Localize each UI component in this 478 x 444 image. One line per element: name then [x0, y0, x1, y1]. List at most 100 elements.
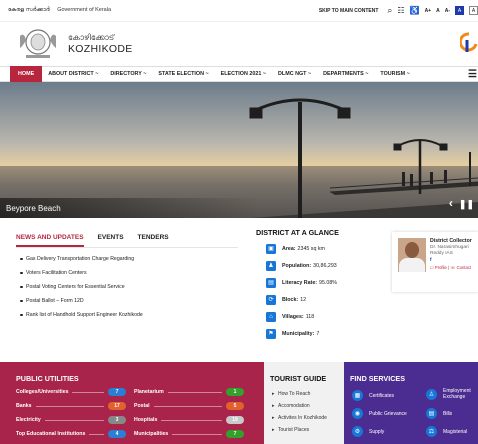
normal-contrast-button[interactable]: A [469, 6, 478, 15]
glance-label: Literacy Rate: [282, 279, 318, 286]
news-item[interactable]: Postal Ballot – Form 12D [20, 298, 250, 304]
utility-municipalities[interactable]: Municipalities 7 [134, 430, 244, 438]
service-label: Certificates [369, 392, 395, 399]
nav-state-election[interactable]: STATE ELECTION ~ [152, 71, 214, 77]
employment-icon: ♙ [426, 388, 437, 400]
glance-value: 7 [316, 330, 320, 337]
government-label: കേരള സർക്കാർ Government of Kerala [8, 7, 117, 14]
nav-dlmc-ngt[interactable]: DLMC NGT ~ [272, 71, 317, 77]
glance-row-area: ▣ Area: 2345 sq km [266, 243, 390, 254]
sitemap-icon[interactable]: ☷ [397, 6, 404, 15]
collector-links[interactable]: ☐ Profile | ☏ Contact [430, 265, 472, 270]
kerala-emblem-logo[interactable] [16, 26, 60, 62]
utility-planetarium[interactable]: Planetarium 1 [134, 388, 244, 396]
utility-label: Colleges/Universities [16, 389, 69, 395]
tab-tenders[interactable]: TENDERS [138, 234, 169, 247]
find-services-panel: FIND SERVICES ▦ Certificates ♙ Employmen… [344, 362, 478, 444]
utility-links: SKIP TO MAIN CONTENT ⌕ ☷ ♿ A+ A A- A A [319, 5, 478, 16]
nav-home[interactable]: HOME [10, 66, 43, 82]
service-supply[interactable]: ⚙ Supply [352, 426, 384, 437]
tab-events[interactable]: EVENTS [98, 234, 124, 247]
grievance-icon: ◉ [352, 408, 363, 419]
utility-label: Hospitals [134, 417, 158, 423]
service-certificates[interactable]: ▦ Certificates [352, 390, 394, 401]
previous-slide-icon[interactable]: ‹ [449, 196, 453, 212]
nav-tourism[interactable]: TOURISM ~ [374, 71, 415, 77]
hamburger-menu-icon[interactable]: ☰ [468, 69, 478, 80]
service-bills[interactable]: ▤ Bills [426, 408, 452, 419]
glance-label: Area: [282, 245, 296, 252]
font-decrease-button[interactable]: A- [445, 8, 450, 14]
nav-about-district[interactable]: ABOUT DISTRICT ~ [42, 71, 104, 77]
glance-row-literacy: ▤ Literacy Rate: 95.08% [266, 277, 390, 288]
utility-count: 19 [226, 416, 244, 424]
utility-electricity[interactable]: Electricity 3 [16, 416, 126, 424]
certificate-icon: ▦ [352, 390, 363, 401]
service-employment-exchange[interactable]: ♙ Employment Exchange [426, 388, 478, 400]
service-public-grievance[interactable]: ◉ Public Grievance [352, 408, 407, 419]
service-magisterial[interactable]: ⚖ Magisterial [426, 426, 467, 437]
utility-postal[interactable]: Postal 5 [134, 402, 244, 410]
news-item[interactable]: Voters Facilitation Centers [20, 270, 250, 276]
news-tabs: NEWS AND UPDATES EVENTS TENDERS [16, 234, 250, 247]
glance-row-population: ♟ Population: 30,86,293 [266, 260, 390, 271]
area-icon: ▣ [266, 243, 276, 254]
tourist-guide-link[interactable]: How To Reach [272, 391, 344, 397]
news-item[interactable]: Rank list of Handhold Support Engineer K… [20, 312, 250, 318]
utility-label: Planetarium [134, 389, 164, 395]
glance-row-municipality: ⚑ Municipality: 7 [266, 328, 390, 339]
utility-banks[interactable]: Banks 17 [16, 402, 126, 410]
bills-icon: ▤ [426, 408, 437, 419]
facebook-icon[interactable]: f [430, 258, 472, 263]
hero-slider: Beypore Beach ‹ ❚❚ [0, 82, 478, 218]
glance-value: 12 [300, 296, 307, 303]
utility-colleges[interactable]: Colleges/Universities 7 [16, 388, 126, 396]
villages-icon: ⌂ [266, 311, 276, 322]
utility-count: 3 [108, 416, 126, 424]
service-label: Magisterial [443, 428, 468, 435]
district-collector-card: District Collector Dr. Narasimhugari Red… [392, 232, 478, 292]
tab-news-and-updates[interactable]: NEWS AND UPDATES [16, 234, 84, 247]
news-item[interactable]: Postal Voting Centers for Essential Serv… [20, 284, 250, 290]
news-item[interactable]: Gas Delivery Transportation Charge Regar… [20, 256, 250, 262]
municipality-icon: ⚑ [266, 328, 276, 339]
nav-directory[interactable]: DIRECTORY ~ [104, 71, 152, 77]
utility-top-educational[interactable]: Top Educational Institutions 4 [16, 430, 126, 438]
tourist-guide-link[interactable]: Activites In Kozhikode [272, 415, 344, 421]
digital-india-logo[interactable] [460, 32, 478, 54]
slide-caption: Beypore Beach [0, 198, 260, 218]
utility-label: Banks [16, 403, 32, 409]
font-increase-button[interactable]: A+ [425, 8, 432, 14]
nav-departments[interactable]: DEPARTMENTS ~ [317, 71, 374, 77]
tourist-guide-link[interactable]: Accomodation [272, 403, 344, 409]
district-at-a-glance: DISTRICT AT A GLANCE ▣ Area: 2345 sq km … [252, 218, 390, 360]
site-name[interactable]: കോഴിക്കോട് KOZHIKODE [68, 33, 133, 55]
glance-value: 118 [305, 313, 315, 320]
nav-election-2021[interactable]: ELECTION 2021 ~ [215, 71, 272, 77]
utility-label: Top Educational Institutions [16, 431, 86, 437]
site-header: കോഴിക്കോട് KOZHIKODE [0, 22, 478, 66]
utility-hospitals[interactable]: Hospitals 19 [134, 416, 244, 424]
utility-label: Electricity [16, 417, 41, 423]
pause-icon[interactable]: ❚❚ [459, 196, 474, 212]
collector-info: District Collector Dr. Narasimhugari Red… [430, 238, 472, 292]
utility-label: Municipalities [134, 431, 169, 437]
avatar [398, 238, 426, 272]
slider-controls: ‹ ❚❚ [449, 196, 474, 212]
accessibility-icon[interactable]: ♿ [410, 6, 420, 15]
search-icon[interactable]: ⌕ [387, 5, 392, 16]
site-name-malayalam: കോഴിക്കോട് [68, 33, 115, 42]
high-contrast-button[interactable]: A [455, 6, 464, 15]
glance-row-block: ⟳ Block: 12 [266, 294, 390, 305]
skip-to-main-content-link[interactable]: SKIP TO MAIN CONTENT [319, 8, 379, 14]
tourist-guide-list: How To Reach Accomodation Activites In K… [272, 391, 344, 433]
collector-name: Dr. Narasimhugari [430, 245, 469, 250]
block-icon: ⟳ [266, 294, 276, 305]
find-services-title: FIND SERVICES [350, 374, 405, 383]
tourist-guide-link[interactable]: Tourist Places [272, 427, 344, 433]
glance-row-villages: ⌂ Villages: 118 [266, 311, 390, 322]
collector-title: District Collector [430, 238, 472, 244]
font-normal-button[interactable]: A [436, 8, 440, 14]
utility-count: 17 [108, 402, 126, 410]
service-label: Employment Exchange [443, 388, 471, 400]
